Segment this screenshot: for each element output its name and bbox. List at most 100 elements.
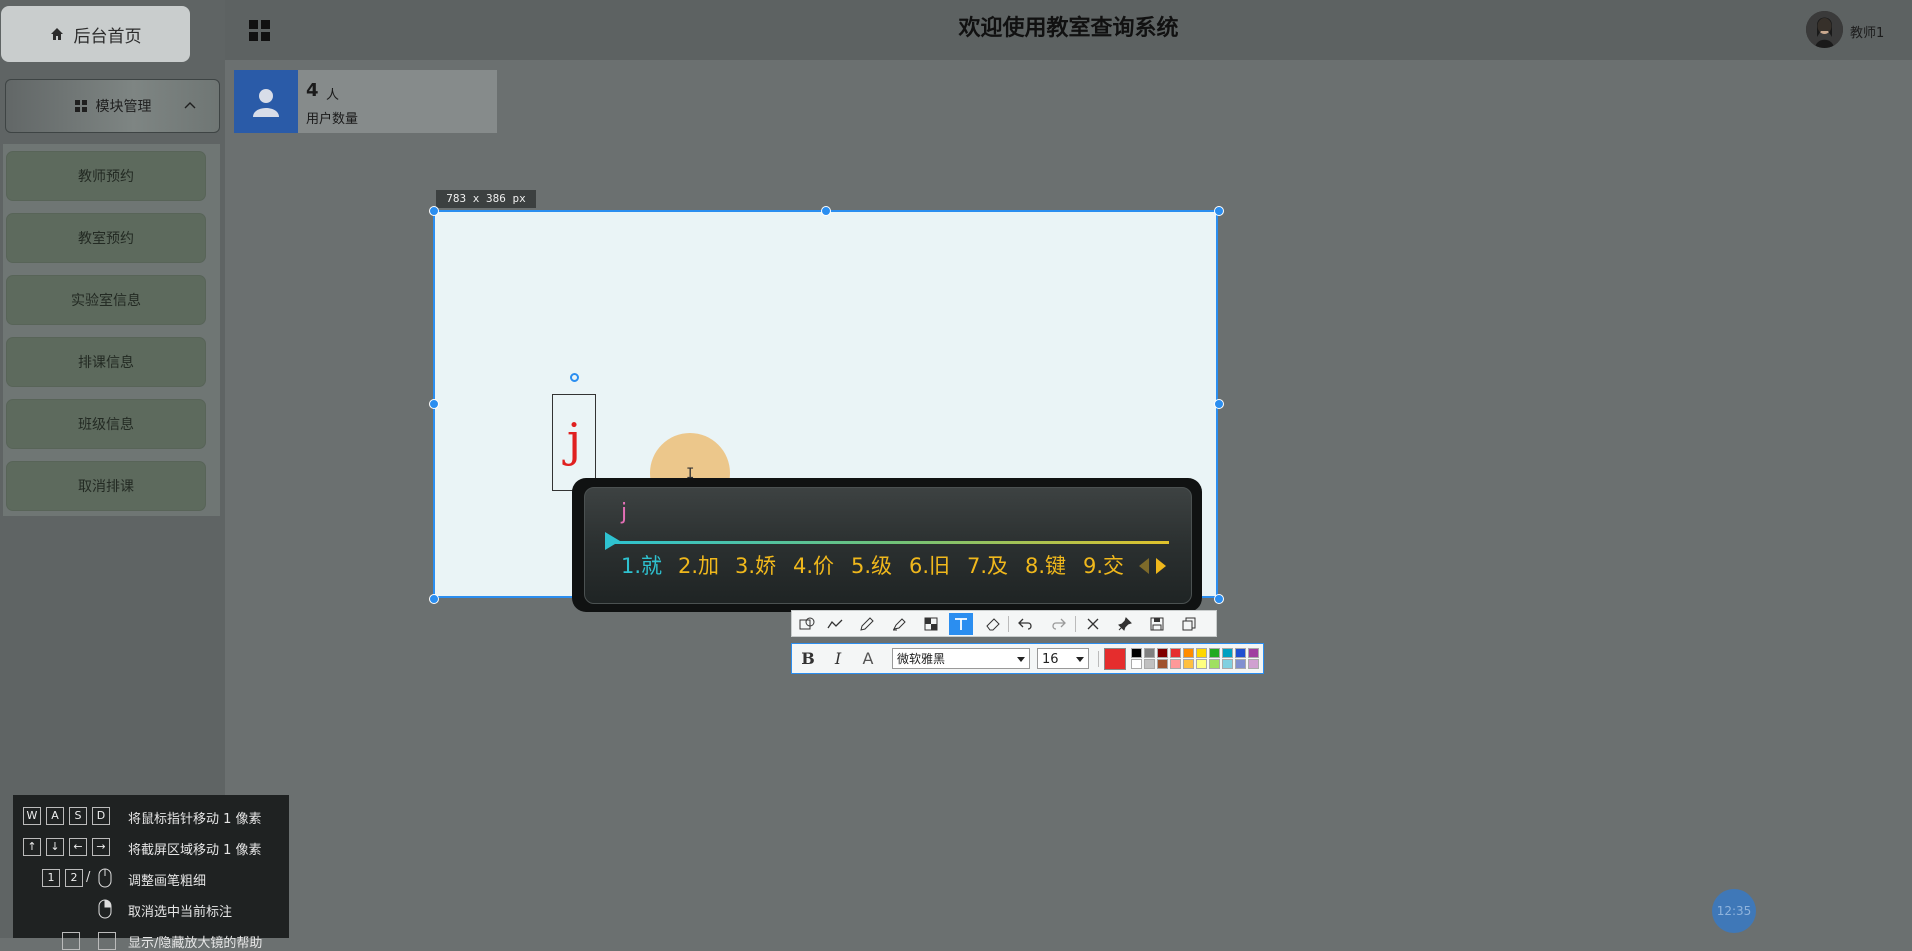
color-swatch[interactable]	[1131, 648, 1142, 658]
redo-icon[interactable]	[1046, 613, 1070, 635]
user-count-value: 4	[306, 80, 319, 101]
rotate-handle[interactable]	[570, 373, 579, 382]
color-swatch[interactable]	[1235, 648, 1246, 658]
color-swatch[interactable]	[1144, 648, 1155, 658]
color-swatch[interactable]	[1222, 659, 1233, 669]
undo-icon[interactable]	[1014, 613, 1038, 635]
save-icon[interactable]	[1145, 613, 1169, 635]
font-family-value: 微软雅黑	[897, 652, 946, 666]
text-tool-icon[interactable]	[949, 613, 973, 635]
mouse-wheel-icon	[98, 868, 112, 888]
ime-composition: j	[621, 500, 628, 525]
polyline-tool-icon[interactable]	[823, 613, 847, 635]
resize-handle-bottom-right[interactable]	[1214, 594, 1224, 604]
user-icon	[253, 88, 279, 117]
ime-candidate[interactable]: 9.交	[1083, 550, 1124, 580]
ime-candidate[interactable]: 7.及	[967, 550, 1008, 580]
ime-candidate[interactable]: 1.就	[621, 550, 662, 580]
user-count-label: 用户数量	[306, 112, 359, 127]
highlighter-tool-icon[interactable]	[887, 613, 911, 635]
shape-tool-icon[interactable]	[795, 613, 819, 635]
chevron-up-icon[interactable]	[183, 98, 197, 112]
text-annotation-box[interactable]: j	[552, 394, 596, 491]
app-grid-icon[interactable]	[249, 20, 271, 42]
color-swatch[interactable]	[1209, 648, 1220, 658]
shortcut-desc: 调整画笔粗细	[128, 874, 207, 889]
resize-handle-bottom-left[interactable]	[429, 594, 439, 604]
color-swatch[interactable]	[1183, 648, 1194, 658]
color-swatch[interactable]	[1196, 659, 1207, 669]
resize-handle-left[interactable]	[429, 399, 439, 409]
ime-divider	[609, 541, 1169, 544]
resize-handle-top-left[interactable]	[429, 206, 439, 216]
color-swatch[interactable]	[1170, 648, 1181, 658]
user-count-unit: 人	[326, 88, 340, 103]
chevron-down-icon	[1076, 657, 1084, 662]
bold-button[interactable]: B	[797, 648, 819, 670]
home-button[interactable]: 后台首页	[1, 6, 190, 62]
grid-icon	[74, 100, 87, 112]
shortcut-desc: 取消选中当前标注	[128, 905, 233, 920]
color-swatch[interactable]	[1248, 659, 1259, 669]
resize-handle-top-right[interactable]	[1214, 206, 1224, 216]
floating-clock[interactable]: 12:35	[1712, 889, 1756, 933]
color-swatch[interactable]	[1157, 648, 1168, 658]
module-label: 模块管理	[95, 99, 152, 115]
ime-candidate[interactable]: 2.加	[678, 550, 719, 580]
ime-prev-page-icon[interactable]	[1139, 558, 1149, 574]
font-family-select[interactable]: 微软雅黑	[892, 648, 1030, 669]
ime-next-page-icon[interactable]	[1156, 558, 1166, 574]
page-title: 欢迎使用教室查询系统	[958, 16, 1179, 41]
font-size-select[interactable]: 16	[1037, 648, 1089, 669]
pin-icon[interactable]	[1113, 613, 1137, 635]
font-size-value: 16	[1042, 652, 1059, 667]
resize-handle-top[interactable]	[821, 206, 831, 216]
ime-candidate[interactable]: 3.娇	[735, 550, 776, 580]
avatar[interactable]	[1806, 11, 1843, 48]
color-swatch[interactable]	[1196, 648, 1207, 658]
key-d: D	[92, 807, 110, 825]
color-swatch[interactable]	[1209, 659, 1220, 669]
italic-button[interactable]: I	[827, 648, 849, 670]
sidebar-item-cancel-schedule[interactable]: 取消排课	[6, 461, 206, 511]
chevron-down-icon	[1017, 657, 1025, 662]
resize-handle-right[interactable]	[1214, 399, 1224, 409]
key-w: W	[23, 807, 41, 825]
current-color-swatch[interactable]	[1104, 648, 1126, 670]
sidebar-item-schedule-info[interactable]: 排课信息	[6, 337, 206, 387]
username[interactable]: 教师1	[1850, 22, 1884, 41]
color-swatch[interactable]	[1131, 659, 1142, 669]
color-swatch[interactable]	[1144, 659, 1155, 669]
module-management-button[interactable]: 模块管理	[5, 79, 220, 133]
ime-candidate[interactable]: 8.键	[1025, 550, 1066, 580]
color-swatch[interactable]	[1170, 659, 1181, 669]
ime-panel: j 1.就 2.加 3.娇 4.价 5.级 6.旧 7.及 8.键 9.交	[584, 487, 1192, 604]
eraser-tool-icon[interactable]	[981, 613, 1005, 635]
color-swatch[interactable]	[1183, 659, 1194, 669]
ime-candidate[interactable]: 5.级	[851, 550, 892, 580]
sidebar-item-label: 实验室信息	[71, 293, 141, 309]
sidebar-item-classroom-booking[interactable]: 教室预约	[6, 213, 206, 263]
ime-candidate[interactable]: 4.价	[793, 550, 834, 580]
color-swatch[interactable]	[1157, 659, 1168, 669]
ime-candidate[interactable]: 6.旧	[909, 550, 950, 580]
sidebar-item-label: 取消排课	[78, 479, 134, 495]
shortcut-desc: 显示/隐藏放大镜的帮助	[128, 936, 263, 951]
sidebar-item-teacher-booking[interactable]: 教师预约	[6, 151, 206, 201]
key-down: ↓	[46, 838, 64, 856]
sidebar-item-lab-info[interactable]: 实验室信息	[6, 275, 206, 325]
copy-icon[interactable]	[1177, 613, 1201, 635]
color-swatch[interactable]	[1248, 648, 1259, 658]
color-swatch[interactable]	[1222, 648, 1233, 658]
sidebar-item-class-info[interactable]: 班级信息	[6, 399, 206, 449]
color-swatch[interactable]	[1235, 659, 1246, 669]
key-left: ←	[69, 838, 87, 856]
user-count-card: 4 人 用户数量	[234, 70, 497, 133]
key-1: 1	[42, 869, 60, 887]
pen-tool-icon[interactable]	[855, 613, 879, 635]
outline-button[interactable]: A	[857, 648, 879, 670]
close-icon[interactable]	[1081, 613, 1105, 635]
text-annotation-content: j	[566, 413, 582, 467]
key-up: ↑	[23, 838, 41, 856]
mosaic-tool-icon[interactable]	[919, 613, 943, 635]
